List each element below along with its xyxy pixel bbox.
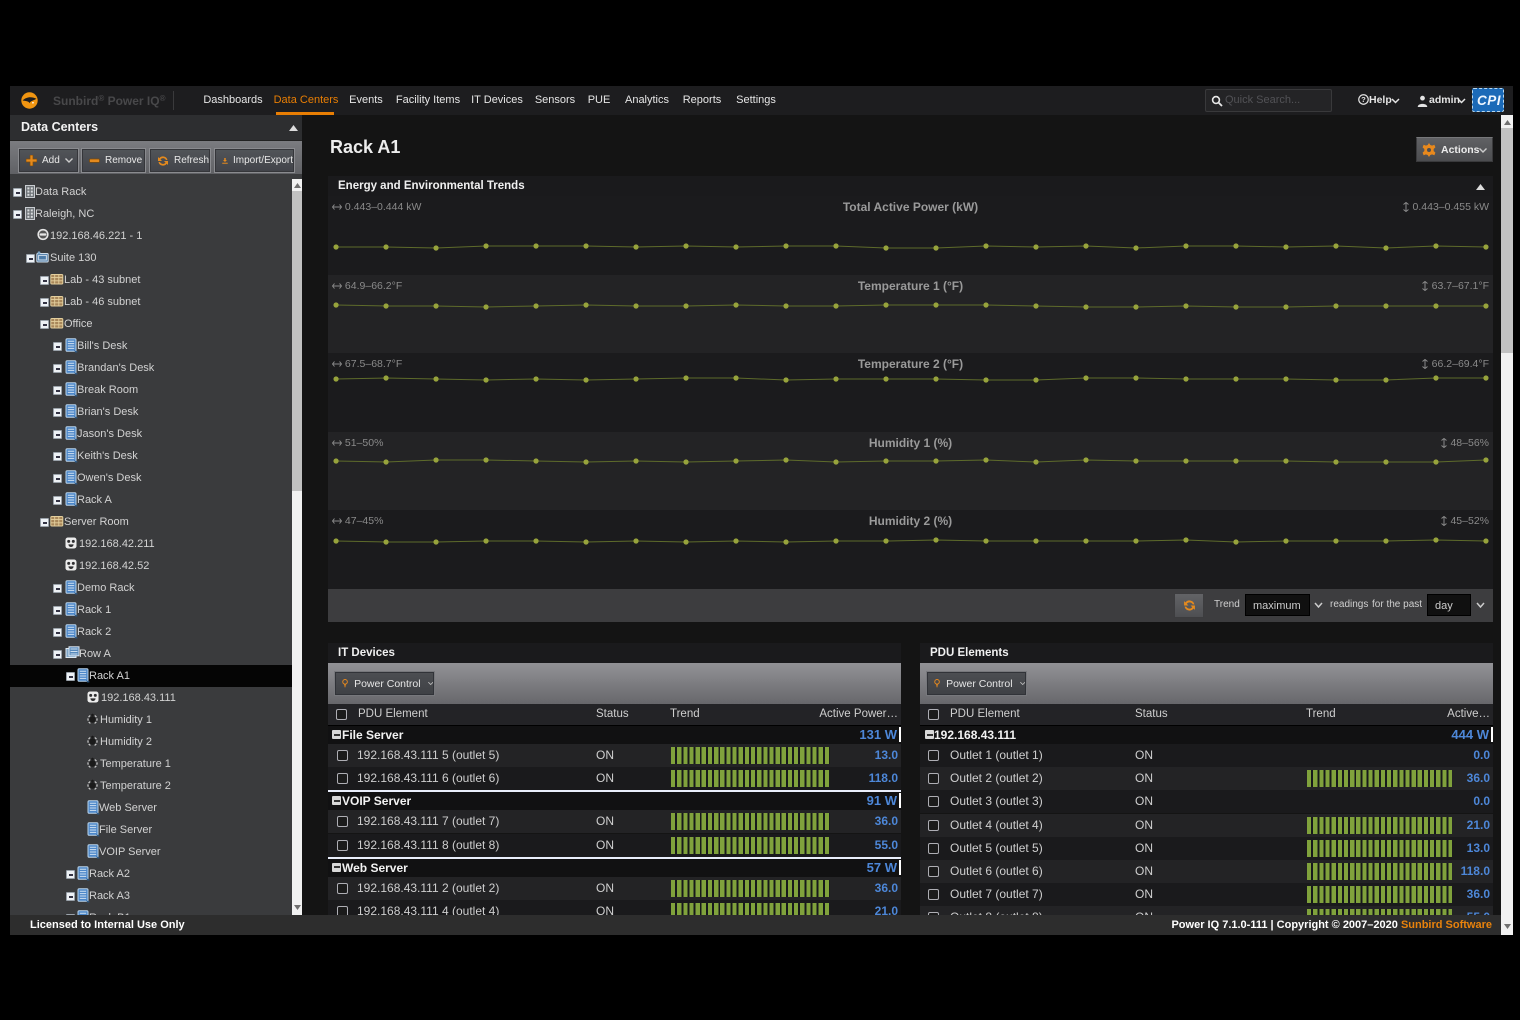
svg-text:?: ?	[1361, 95, 1366, 104]
